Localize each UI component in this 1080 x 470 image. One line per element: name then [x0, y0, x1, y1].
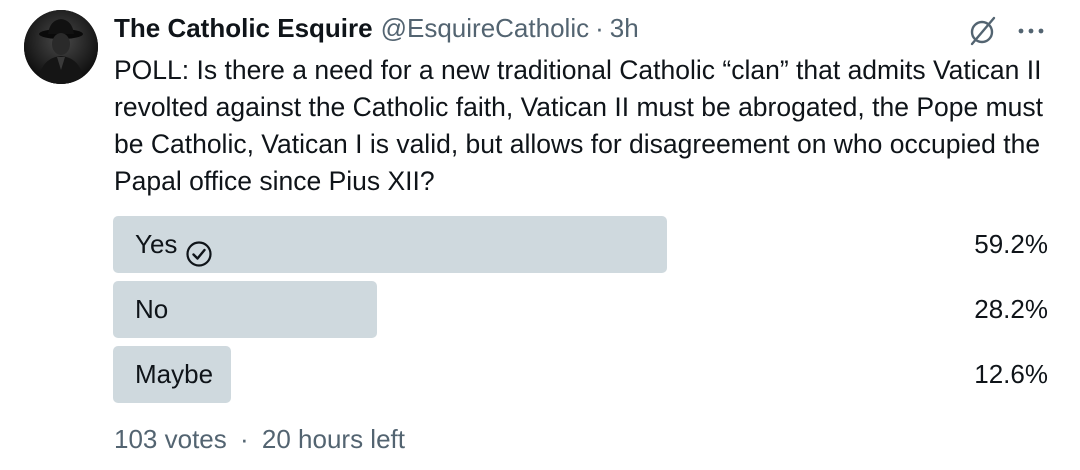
poll-option-percent: 59.2% [974, 229, 1048, 259]
tweet-card[interactable]: The Catholic Esquire @EsquireCatholic · … [0, 0, 1080, 470]
poll-option-maybe[interactable]: Maybe 12.6% [113, 346, 1048, 403]
poll-option-label: No [135, 281, 168, 338]
author-handle[interactable]: @EsquireCatholic [381, 13, 589, 44]
poll-option-text: Maybe [135, 359, 214, 389]
poll-option-yes[interactable]: Yes 59.2% [113, 216, 1048, 273]
tweet-text: POLL: Is there a need for a new traditio… [114, 55, 1044, 196]
author-display-name[interactable]: The Catholic Esquire [114, 13, 373, 44]
more-horizontal-icon[interactable] [1014, 14, 1048, 48]
check-circle-icon [185, 231, 213, 267]
poll-footer: 103 votes · 20 hours left [114, 424, 405, 455]
hooded-figure-avatar-icon [24, 10, 98, 84]
tweet-timestamp[interactable]: 3h [610, 13, 639, 44]
tweet-header: The Catholic Esquire @EsquireCatholic · … [114, 10, 639, 46]
poll-option-no[interactable]: No 28.2% [113, 281, 1048, 338]
poll-option-label: Maybe [135, 346, 213, 403]
poll-option-percent: 12.6% [974, 359, 1048, 389]
poll-option-text: Yes [135, 229, 178, 259]
poll-footer-separator: · [239, 424, 249, 454]
grok-slash-circle-icon[interactable] [966, 14, 1000, 48]
poll-time-left: 20 hours left [261, 424, 405, 454]
poll-option-label: Yes [135, 216, 213, 273]
poll-option-percent: 28.2% [974, 294, 1048, 324]
avatar[interactable] [24, 10, 98, 84]
poll-vote-count: 103 votes [114, 424, 227, 454]
poll-option-text: No [135, 294, 169, 324]
header-separator: · [595, 12, 604, 43]
